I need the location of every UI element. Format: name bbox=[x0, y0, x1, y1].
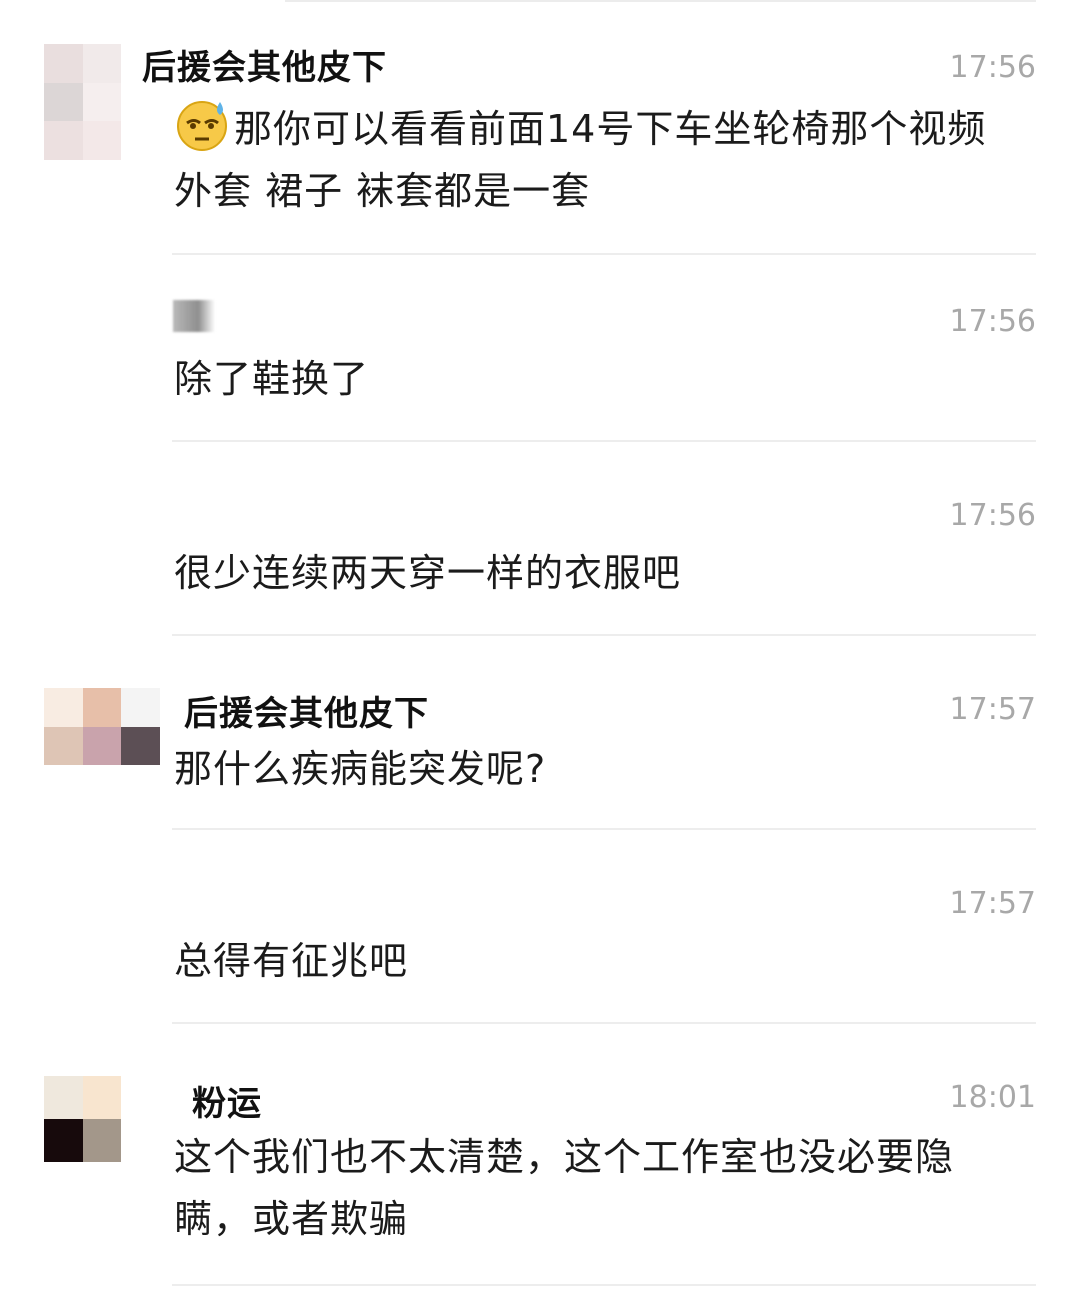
top-divider bbox=[285, 0, 1036, 2]
message-text: 除了鞋换了 bbox=[174, 357, 370, 401]
message-body: 那你可以看看前面14号下车坐轮椅那个视频 外套 裙子 袜套都是一套 bbox=[174, 107, 987, 213]
avatar[interactable] bbox=[44, 1076, 160, 1162]
sender-name: 后援会其他皮下 bbox=[142, 48, 387, 88]
sender-name: 粉运 bbox=[192, 1084, 262, 1124]
message-text: 那你可以看看前面14号下车坐轮椅那个视频 外套 裙子 袜套都是一套 bbox=[174, 96, 1024, 222]
message-divider bbox=[172, 634, 1036, 636]
message-text: 很少连续两天穿一样的衣服吧 bbox=[174, 551, 682, 595]
message-divider bbox=[172, 828, 1036, 830]
message-divider bbox=[172, 440, 1036, 442]
timestamp: 17:57 bbox=[949, 692, 1036, 727]
timestamp: 17:57 bbox=[949, 886, 1036, 921]
avatar[interactable] bbox=[44, 688, 160, 804]
sender-name-blurred bbox=[173, 300, 215, 332]
message-divider bbox=[172, 253, 1036, 255]
sweat-face-icon bbox=[177, 101, 227, 151]
sender-name: 后援会其他皮下 bbox=[184, 694, 429, 734]
timestamp: 17:56 bbox=[949, 50, 1036, 85]
timestamp: 17:56 bbox=[949, 498, 1036, 533]
timestamp: 17:56 bbox=[949, 304, 1036, 339]
message-divider bbox=[172, 1284, 1036, 1286]
message-divider bbox=[172, 1022, 1036, 1024]
message-text: 总得有征兆吧 bbox=[174, 939, 409, 983]
message-text: 那什么疾病能突发呢? bbox=[174, 747, 547, 791]
message-text: 这个我们也不太清楚，这个工作室也没必要隐瞒，或者欺骗 bbox=[174, 1135, 955, 1241]
timestamp: 18:01 bbox=[949, 1080, 1036, 1115]
